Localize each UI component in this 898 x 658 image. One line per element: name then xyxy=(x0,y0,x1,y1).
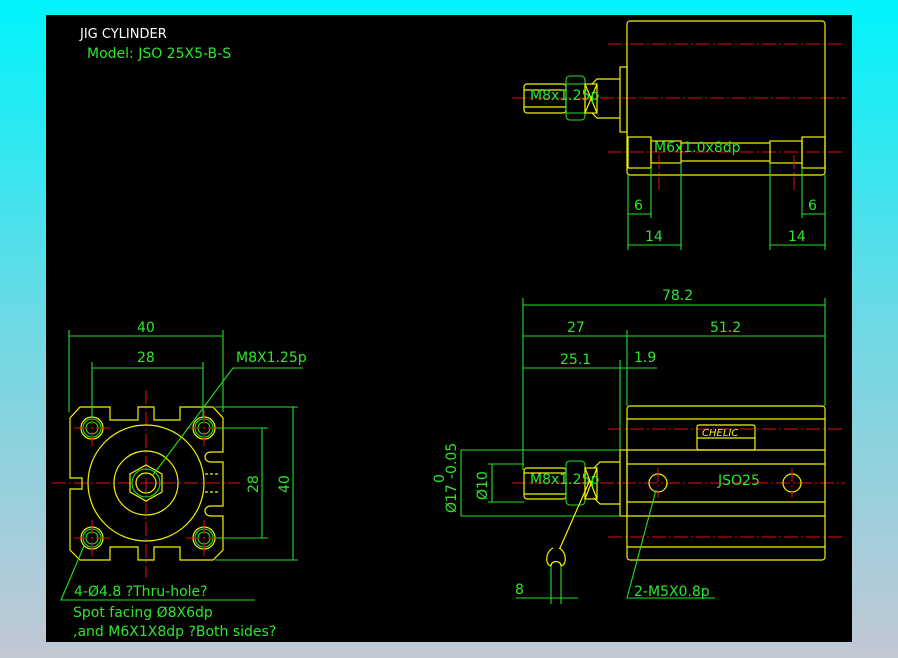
drawing: JIG CYLINDER Model: JSO 25X5-B-S M8x1.25… xyxy=(52,20,845,640)
rod-thread-note: M8X1.25p xyxy=(236,350,307,366)
side-rod-thread-label: M8x1.25p xyxy=(530,472,599,488)
side-view: 78.2 27 51.2 25.1 1.9 CHELIC JSO25 M8x1.… xyxy=(432,288,845,604)
dim-dia-17: Ø17 xyxy=(444,484,460,513)
cad-drawing-canvas[interactable]: JIG CYLINDER Model: JSO 25X5-B-S M8x1.25… xyxy=(46,15,852,642)
dim-front-28-h: 28 xyxy=(137,350,155,366)
top-port-thread-label: M6x1.0x8dp xyxy=(654,140,741,156)
dim-top-6-left: 6 xyxy=(634,198,643,214)
dim-top-6-right: 6 xyxy=(808,198,817,214)
brand-logo: CHELIC xyxy=(702,428,738,439)
dim-25-1: 25.1 xyxy=(560,352,591,368)
dim-front-40-v: 40 xyxy=(277,475,293,493)
hole-note: 4-Ø4.8 ?Thru-hole? xyxy=(74,584,208,600)
dim-top-14-left: 14 xyxy=(645,229,663,245)
spot-facing-note: Spot facing Ø8X6dp xyxy=(73,605,213,621)
dim-27: 27 xyxy=(567,320,585,336)
dim-1-9: 1.9 xyxy=(634,350,656,366)
front-view: 40 28 28 40 M8X1.25p 4-Ø4.8 ?Thru-hole? … xyxy=(52,320,307,640)
body-label: JSO25 xyxy=(717,473,760,489)
top-view: M8x1.25p M6x1.0x8dp 6 14 6 14 xyxy=(512,20,845,250)
top-rod-thread-label: M8x1.25p xyxy=(530,88,599,104)
dim-78-2: 78.2 xyxy=(662,288,693,304)
drawing-title: JIG CYLINDER xyxy=(79,27,167,42)
model-label: Model: JSO 25X5-B-S xyxy=(87,46,231,62)
dim-front-28-v: 28 xyxy=(246,475,262,493)
dim-dia-10: Ø10 xyxy=(475,471,491,500)
dim-tol-lower: -0.05 xyxy=(444,443,460,479)
dim-top-14-right: 14 xyxy=(788,229,806,245)
dim-51-2: 51.2 xyxy=(710,320,741,336)
wrench-icon xyxy=(546,547,566,567)
thread-note: ,and M6X1X8dp ?Both sides? xyxy=(73,624,276,640)
mounting-hole xyxy=(74,520,110,556)
dim-front-40-h: 40 xyxy=(137,320,155,336)
port-thread-note: 2-M5X0.8p xyxy=(634,584,710,600)
dim-wrench-8: 8 xyxy=(515,582,524,598)
